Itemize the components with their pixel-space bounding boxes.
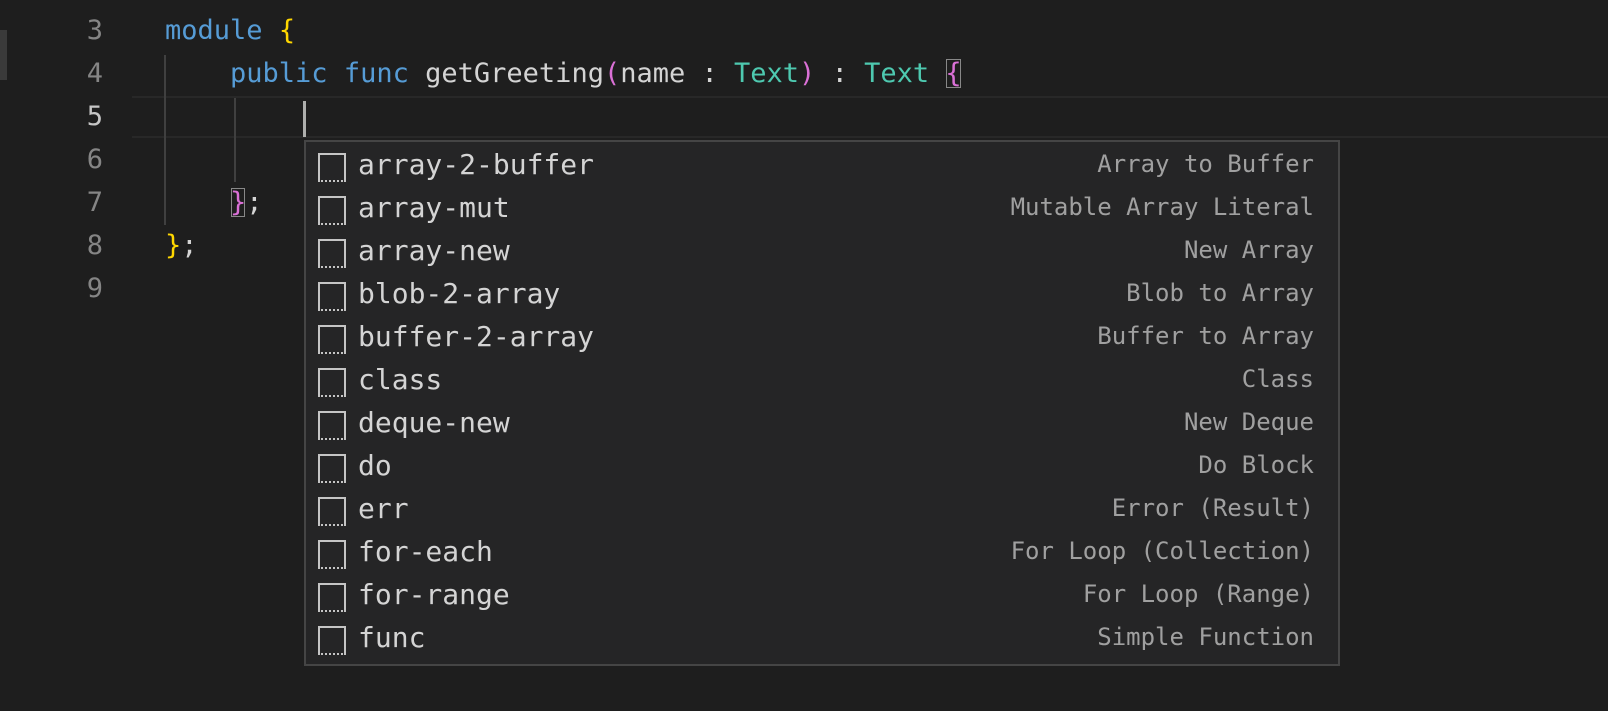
semicolon: ; <box>181 230 198 261</box>
line-number-active: 5 <box>86 101 103 132</box>
colon: : <box>815 58 865 89</box>
suggestion-detail: For Loop (Collection) <box>1010 537 1314 565</box>
code-line: 4 public func getGreeting(name : Text) :… <box>0 52 1608 95</box>
suggestion-detail: Simple Function <box>1097 623 1314 651</box>
code-text[interactable]: public func getGreeting(name : Text) : T… <box>165 52 962 95</box>
suggestion-item[interactable]: do Do Block <box>306 444 1338 487</box>
suggestion-label: buffer-2-array <box>358 320 595 353</box>
snippet-icon <box>318 540 346 569</box>
suggestion-label: err <box>358 492 409 525</box>
open-brace: { <box>278 15 296 46</box>
suggestion-label: for-range <box>358 578 510 611</box>
snippet-icon <box>318 239 346 268</box>
suggestion-label: do <box>358 449 392 482</box>
keyword: public <box>230 58 328 89</box>
code-line: 3 module { <box>0 9 1608 52</box>
snippet-icon <box>318 626 346 655</box>
snippet-icon <box>318 325 346 354</box>
parameter: name : <box>620 58 735 89</box>
snippet-icon <box>318 368 346 397</box>
suggestion-label: array-new <box>358 234 510 267</box>
suggestion-label: for-each <box>358 535 493 568</box>
suggestion-detail: New Deque <box>1183 408 1314 436</box>
close-paren: ) <box>799 58 816 89</box>
line-number: 6 <box>86 144 103 175</box>
suggestion-item[interactable]: array-new New Array <box>306 229 1338 272</box>
suggestion-item[interactable]: err Error (Result) <box>306 487 1338 530</box>
suggestion-item[interactable]: class Class <box>306 358 1338 401</box>
suggestion-label: func <box>358 621 426 654</box>
function-name: getGreeting <box>425 58 604 89</box>
suggestion-detail: Buffer to Array <box>1097 322 1314 350</box>
open-brace-matched: { <box>945 58 962 89</box>
line-number: 3 <box>86 15 103 46</box>
line-number: 4 <box>86 58 103 89</box>
code-text[interactable]: module { <box>165 9 295 52</box>
suggestion-label: array-2-buffer <box>358 148 595 181</box>
suggestion-label: class <box>358 363 443 396</box>
snippet-icon <box>318 583 346 612</box>
suggestion-label: blob-2-array <box>358 277 561 310</box>
type-name: Text <box>864 58 930 89</box>
line-number: 8 <box>86 230 103 261</box>
text-cursor <box>303 101 306 137</box>
close-brace: } <box>165 230 182 261</box>
suggestion-label: deque-new <box>358 406 510 439</box>
suggestion-detail: Mutable Array Literal <box>1010 193 1314 221</box>
close-brace-matched: } <box>230 187 247 218</box>
suggestion-item[interactable]: buffer-2-array Buffer to Array <box>306 315 1338 358</box>
type-name: Text <box>734 58 800 89</box>
semicolon: ; <box>246 187 263 218</box>
suggestion-item[interactable]: for-range For Loop (Range) <box>306 573 1338 616</box>
suggestion-detail: New Array <box>1183 236 1314 264</box>
snippet-icon <box>318 196 346 225</box>
snippet-icon <box>318 411 346 440</box>
snippet-icon <box>318 454 346 483</box>
snippet-icon <box>318 497 346 526</box>
line-number: 7 <box>86 187 103 218</box>
snippet-icon <box>318 282 346 311</box>
suggestion-label: array-mut <box>358 191 510 224</box>
suggestion-detail: Class <box>1241 365 1314 393</box>
code-text[interactable]: }; <box>165 224 198 267</box>
open-paren: ( <box>603 58 621 89</box>
suggestion-detail: Do Block <box>1198 451 1314 479</box>
suggestion-item[interactable]: deque-new New Deque <box>306 401 1338 444</box>
suggestion-detail: Blob to Array <box>1126 279 1314 307</box>
code-line: 5 <box>0 95 1608 138</box>
suggestion-detail: For Loop (Range) <box>1082 580 1314 608</box>
code-text[interactable]: }; <box>165 181 263 224</box>
keyword: func <box>343 58 409 89</box>
keyword: module <box>165 15 263 46</box>
suggestion-item[interactable]: array-2-buffer Array to Buffer <box>306 143 1338 186</box>
suggestion-item[interactable]: array-mut Mutable Array Literal <box>306 186 1338 229</box>
line-number: 9 <box>86 273 103 304</box>
suggestion-widget[interactable]: array-2-buffer Array to Buffer array-mut… <box>304 140 1340 666</box>
suggestion-detail: Array to Buffer <box>1097 150 1314 178</box>
suggestion-detail: Error (Result) <box>1111 494 1314 522</box>
code-editor[interactable]: 3 module { 4 public func getGreeting(nam… <box>0 0 1608 711</box>
snippet-icon <box>318 153 346 182</box>
suggestion-item[interactable]: blob-2-array Blob to Array <box>306 272 1338 315</box>
suggestion-item[interactable]: for-each For Loop (Collection) <box>306 530 1338 573</box>
suggestion-item[interactable]: func Simple Function <box>306 616 1338 659</box>
